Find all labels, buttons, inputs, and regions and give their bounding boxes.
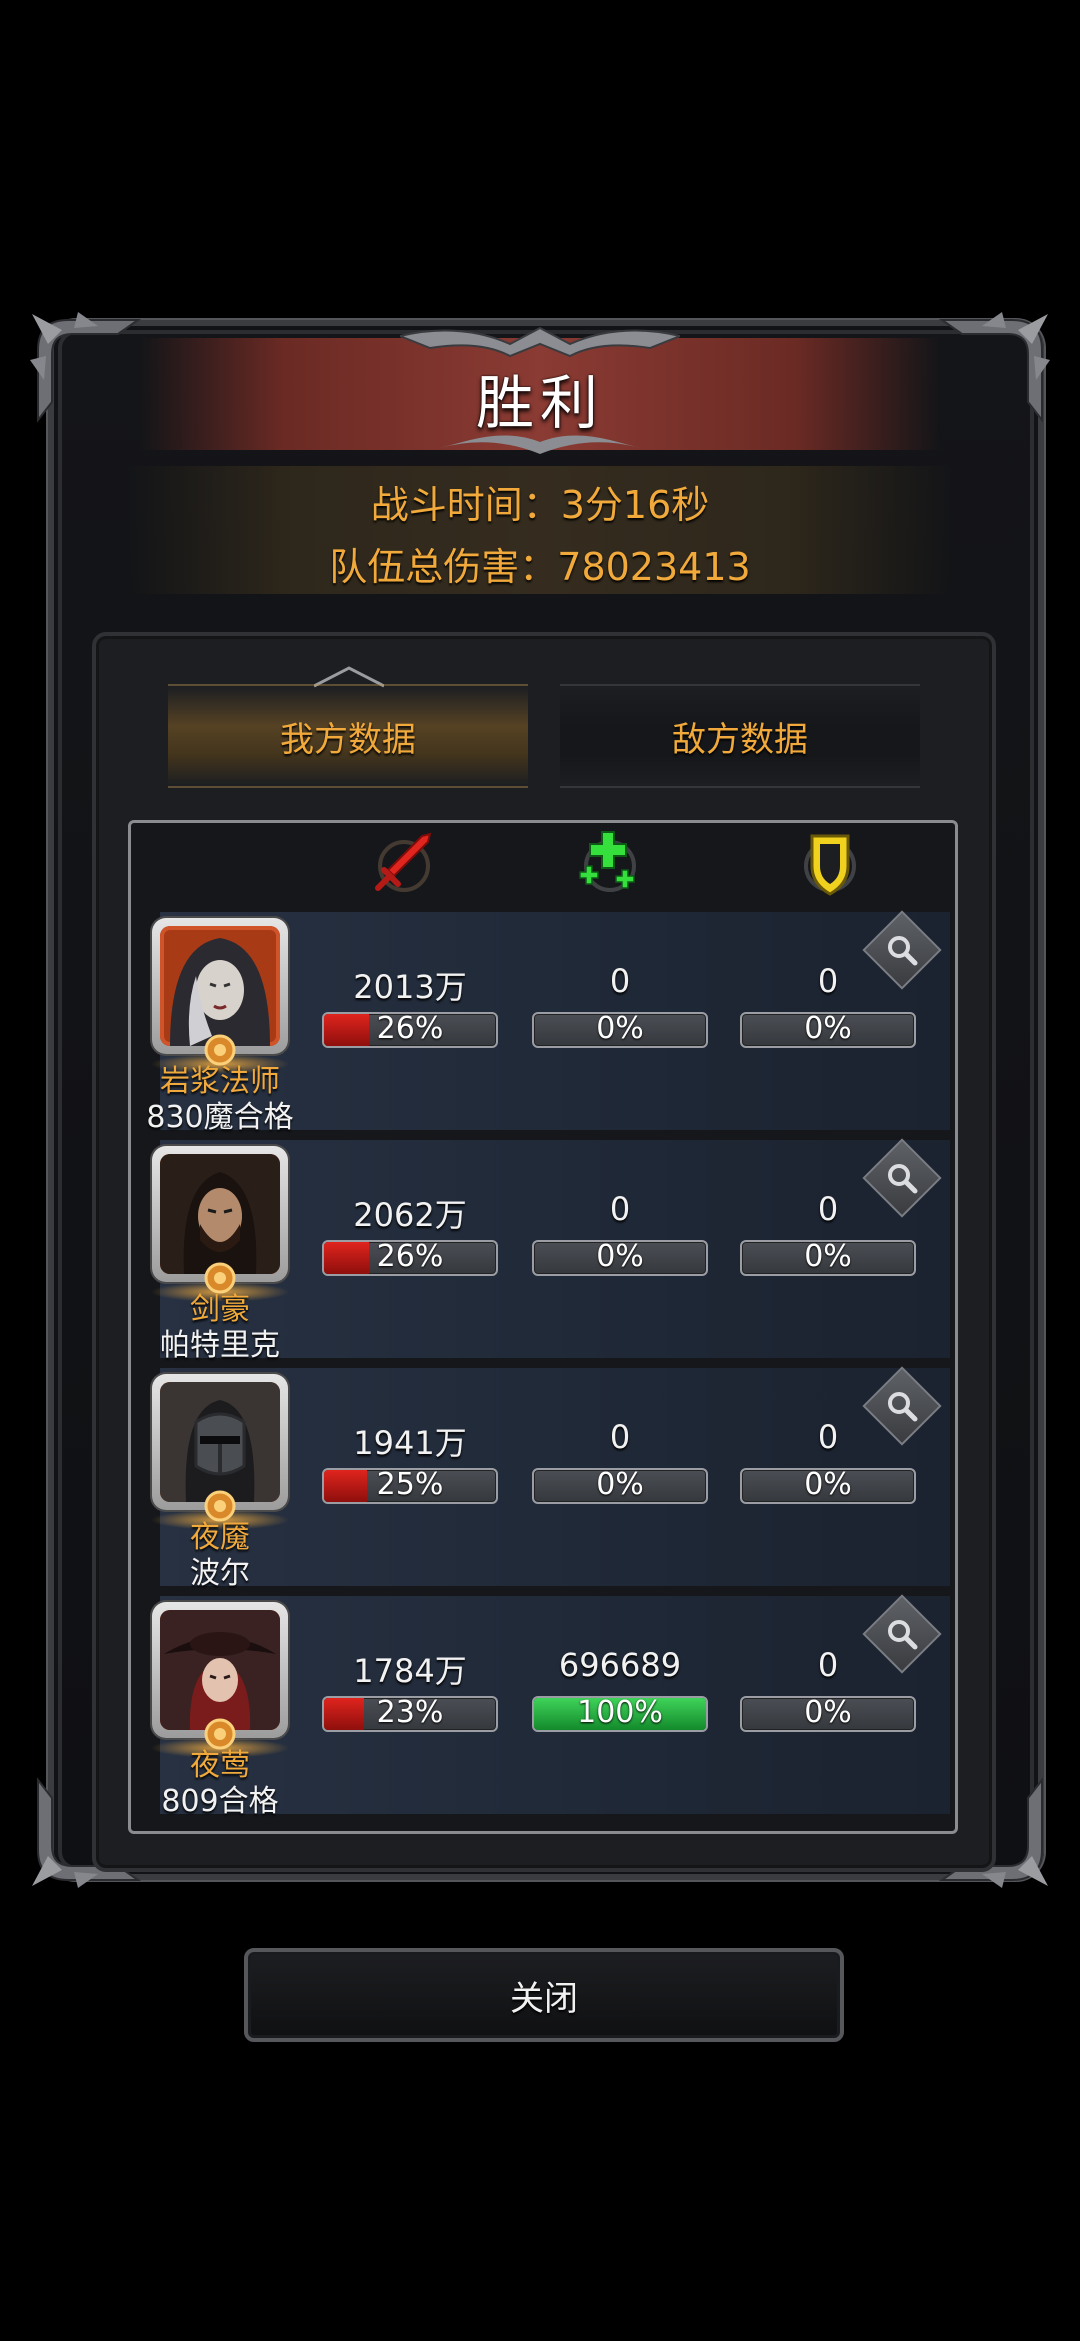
close-button[interactable]: 关闭 <box>244 1948 844 2042</box>
hooded-sorceress-portrait <box>170 938 270 1046</box>
red-hat-girl-portrait <box>160 1610 280 1730</box>
damage-bar: 26% <box>322 1240 498 1276</box>
heal-percent: 0% <box>596 1012 644 1046</box>
damage-value: 1941万 <box>353 1424 467 1462</box>
damage-bar: 23% <box>322 1696 498 1732</box>
tank-bar: 0% <box>740 1012 916 1048</box>
damage-percent: 23% <box>376 1696 444 1730</box>
damage-value: 1784万 <box>353 1652 467 1690</box>
heal-percent: 0% <box>596 1468 644 1502</box>
battle-time: 战斗时间：3分16秒 <box>370 483 710 527</box>
heal-bar: 0% <box>532 1468 708 1504</box>
team-total-damage: 队伍总伤害：78023413 <box>329 545 751 589</box>
sword-damage-icon <box>366 826 442 902</box>
tank-bar: 0% <box>740 1240 916 1276</box>
hero-player-name: 波尔 <box>190 1556 250 1591</box>
magnifier-icon <box>888 1164 918 1194</box>
damage-percent: 26% <box>376 1240 444 1274</box>
tank-percent: 0% <box>804 1468 852 1502</box>
tank-bar: 0% <box>740 1468 916 1504</box>
tank-percent: 0% <box>804 1240 852 1274</box>
heal-value: 0 <box>609 1418 631 1456</box>
tank-bar: 0% <box>740 1696 916 1732</box>
damage-percent: 25% <box>376 1468 444 1502</box>
magnifier-icon <box>888 1392 918 1422</box>
hero-player-name: 帕特里克 <box>160 1328 280 1363</box>
shield-icon <box>792 826 868 902</box>
tank-percent: 0% <box>804 1012 852 1046</box>
heal-bar: 0% <box>532 1240 708 1276</box>
heal-value: 0 <box>609 1190 631 1228</box>
masked-knight-portrait <box>160 1382 280 1502</box>
heal-percent: 100% <box>577 1696 663 1730</box>
heal-bar: 0% <box>532 1012 708 1048</box>
magnifier-icon <box>888 936 918 966</box>
damage-value: 2062万 <box>353 1196 467 1234</box>
damage-value: 2013万 <box>353 968 467 1006</box>
damage-bar: 26% <box>322 1012 498 1048</box>
hero-player-name: 830魔合格 <box>146 1100 294 1135</box>
heal-cross-icon <box>572 826 648 902</box>
tank-percent: 0% <box>804 1696 852 1730</box>
page-title: 胜利 <box>475 369 604 437</box>
damage-percent: 26% <box>376 1012 444 1046</box>
tab-our-data[interactable]: 我方数据 <box>168 684 528 788</box>
bearded-swordsman-portrait <box>160 1154 280 1274</box>
heal-bar: 100% <box>532 1696 708 1732</box>
heal-value: 0 <box>609 962 631 1000</box>
magnifier-icon <box>888 1620 918 1650</box>
tab-enemy-data[interactable]: 敌方数据 <box>560 684 920 788</box>
heal-value: 696689 <box>558 1646 682 1684</box>
damage-bar: 25% <box>322 1468 498 1504</box>
heal-percent: 0% <box>596 1240 644 1274</box>
hero-player-name: 809合格 <box>161 1784 279 1819</box>
